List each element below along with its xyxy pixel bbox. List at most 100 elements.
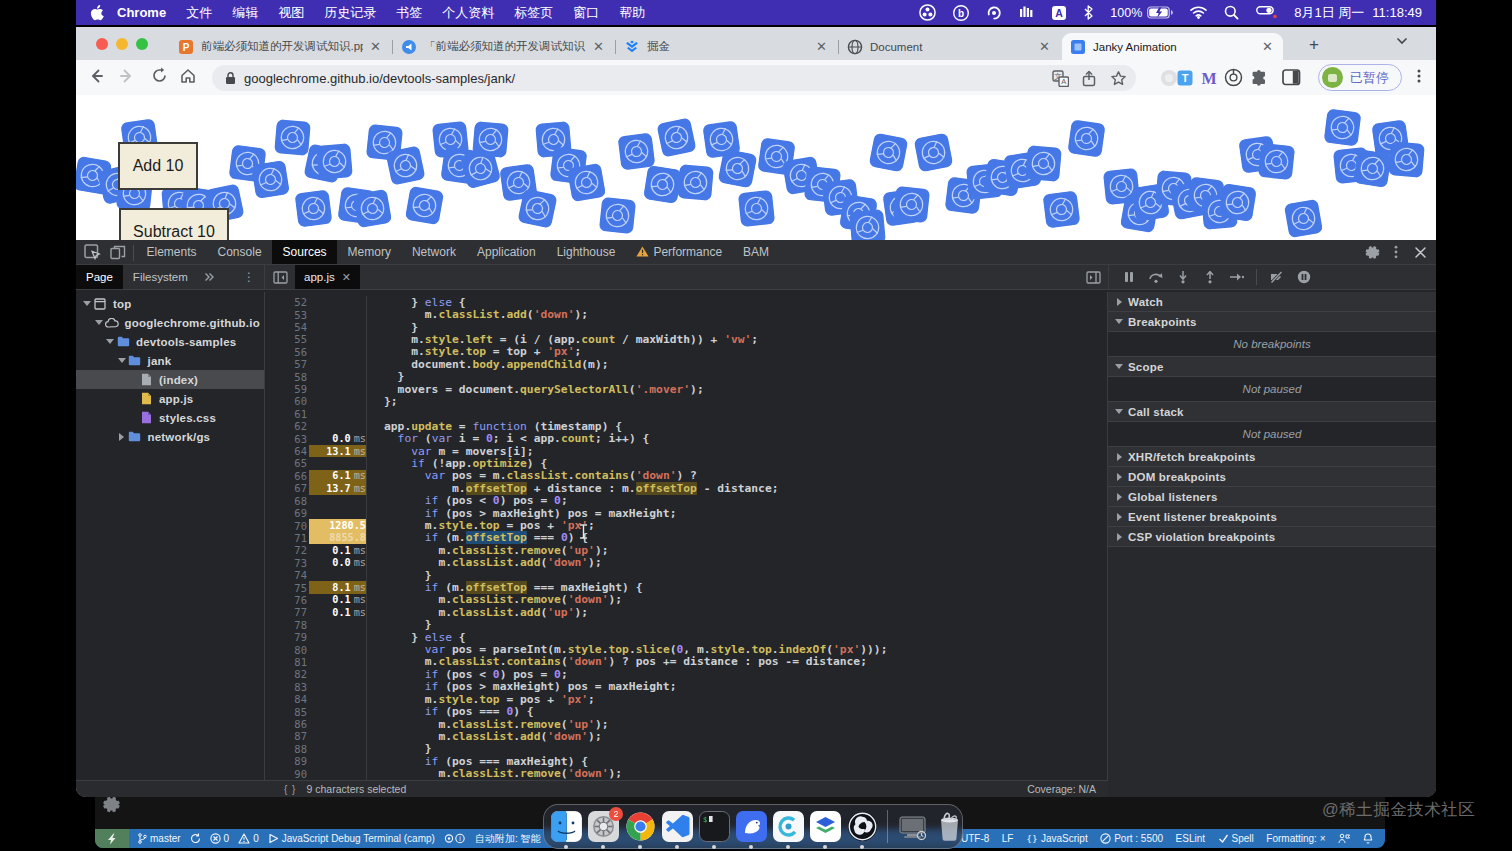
devtools-tab-performance[interactable]: Performance xyxy=(626,240,733,264)
navigator-tab-page[interactable]: Page xyxy=(76,265,123,289)
tree-item-app-js[interactable]: app.js xyxy=(76,389,264,408)
music-status-icon[interactable] xyxy=(1019,5,1034,20)
menubar-item-6[interactable]: 标签页 xyxy=(504,5,563,20)
vscode-status-item[interactable]: Port : 5500 xyxy=(1100,833,1163,844)
vscode-status-item[interactable]: LF xyxy=(1002,833,1014,844)
code-editor[interactable]: 52 } else { 53 m.classList.add('down'); … xyxy=(265,292,1108,797)
extension-circle-icon[interactable] xyxy=(1223,67,1244,88)
code-line-59[interactable]: 59 movers = document.querySelectorAll('.… xyxy=(265,383,1107,395)
tree-item-jank[interactable]: jank xyxy=(76,351,264,370)
vscode-status-item[interactable]: Formatting: × xyxy=(1266,833,1325,844)
code-line-76[interactable]: 76 0.1ms m.classList.remove('down'); xyxy=(265,594,1107,606)
sidebar-section-watch[interactable]: Watch xyxy=(1108,292,1436,312)
vscode-manage-gear-icon[interactable] xyxy=(103,796,120,817)
code-line-71[interactable]: 71 8855.8 if (m.offsetTop === 0) { xyxy=(265,532,1107,544)
vscode-status-item[interactable]: master xyxy=(138,833,181,844)
menubar-item-0[interactable]: 文件 xyxy=(176,5,222,20)
dock-chrome-icon[interactable] xyxy=(625,811,656,842)
dock-meeting-icon[interactable] xyxy=(773,811,804,842)
tree-item-styles-css[interactable]: styles.css xyxy=(76,408,264,427)
show-debugger-sidebar-icon[interactable] xyxy=(1078,265,1108,289)
swirl-status-icon[interactable] xyxy=(986,5,1002,21)
code-line-88[interactable]: 88 } xyxy=(265,743,1107,755)
menubar-clock[interactable]: 8月1日 周一11:18:49 xyxy=(1294,4,1422,22)
tab-close-icon[interactable]: ✕ xyxy=(1037,39,1052,54)
page-button-add-10[interactable]: Add 10 xyxy=(118,142,198,190)
tree-item-googlechrome-github-io[interactable]: googlechrome.github.io xyxy=(76,313,264,332)
code-line-84[interactable]: 84 m.style.top = pos + 'px'; xyxy=(265,693,1107,705)
bookmark-star-icon[interactable] xyxy=(1108,68,1128,88)
vscode-status-item[interactable]: 0 xyxy=(210,833,230,844)
nav-overflow-icon[interactable]: ⋮ xyxy=(234,265,264,289)
code-line-64[interactable]: 64 13.1ms var m = movers[i]; xyxy=(265,445,1107,457)
share-icon[interactable] xyxy=(1079,68,1099,88)
tree-item--index-[interactable]: (index) xyxy=(76,370,264,389)
vscode-status-item[interactable]: i xyxy=(444,833,466,844)
extension-t-icon[interactable]: T xyxy=(1174,67,1195,88)
reload-button[interactable] xyxy=(149,67,169,87)
code-line-61[interactable]: 61 xyxy=(265,408,1107,420)
vscode-status-item[interactable]: ESLint xyxy=(1176,833,1205,844)
code-line-74[interactable]: 74 } xyxy=(265,569,1107,581)
close-window-button[interactable] xyxy=(96,38,108,50)
devtools-settings-icon[interactable] xyxy=(1360,245,1384,260)
devtools-tab-memory[interactable]: Memory xyxy=(337,240,401,264)
tree-item-top[interactable]: top xyxy=(76,294,264,313)
tab-search-chevron[interactable] xyxy=(1396,35,1408,50)
code-line-78[interactable]: 78 } xyxy=(265,619,1107,631)
menubar-item-7[interactable]: 窗口 xyxy=(563,5,609,20)
code-line-79[interactable]: 79 } else { xyxy=(265,631,1107,643)
tab-close-icon[interactable]: ✕ xyxy=(368,39,383,54)
vscode-status-item[interactable] xyxy=(190,833,201,844)
devtools-tab-sources[interactable]: Sources xyxy=(272,240,337,264)
sidebar-section-call-stack[interactable]: Call stack xyxy=(1108,402,1436,422)
devtools-tab-console[interactable]: Console xyxy=(207,240,272,264)
browser-menu-icon[interactable] xyxy=(1409,68,1429,88)
forward-button[interactable] xyxy=(117,67,137,87)
menubar-item-1[interactable]: 编辑 xyxy=(222,5,268,20)
vscode-status-item[interactable]: 自动附加: 智能 xyxy=(475,832,541,846)
tree-item-devtools-samples[interactable]: devtools-samples xyxy=(76,332,264,351)
toggle-navigator-icon[interactable] xyxy=(265,265,295,289)
step-icon[interactable] xyxy=(1226,267,1247,287)
new-tab-button[interactable]: + xyxy=(1309,35,1319,55)
device-toolbar-icon[interactable] xyxy=(105,240,131,264)
vscode-status-item[interactable]: Spell xyxy=(1218,833,1254,844)
address-bar[interactable]: googlechrome.github.io/devtools-samples/… xyxy=(212,65,1136,91)
devtools-tab-elements[interactable]: Elements xyxy=(136,240,207,264)
devtools-tab-lighthouse[interactable]: Lighthouse xyxy=(546,240,626,264)
devtools-tab-application[interactable]: Application xyxy=(466,240,546,264)
code-line-57[interactable]: 57 document.body.appendChild(m); xyxy=(265,358,1107,370)
vscode-status-item[interactable]: 0 xyxy=(238,833,259,844)
sidebar-section-event-listener-breakpoints[interactable]: Event listener breakpoints xyxy=(1108,507,1436,527)
dock-trash-icon[interactable] xyxy=(934,811,965,842)
beats-status-icon[interactable]: b xyxy=(953,5,969,21)
code-line-67[interactable]: 67 13.7ms m.offsetTop + distance : m.off… xyxy=(265,482,1107,494)
lock-icon[interactable] xyxy=(225,71,236,85)
browser-tab-1[interactable]: 「前端必须知道的开发调试知识」 ✕ xyxy=(393,33,614,60)
extension-m-icon[interactable]: M xyxy=(1198,67,1219,88)
menubar-app-name[interactable]: Chrome xyxy=(108,5,176,20)
menubar-item-2[interactable]: 视图 xyxy=(268,5,314,20)
bluetooth-icon[interactable] xyxy=(1084,5,1093,20)
browser-tab-0[interactable]: P 前端必须知道的开发调试知识.pp ✕ xyxy=(170,33,391,60)
dock-docs-icon[interactable] xyxy=(810,811,841,842)
input-method-icon[interactable]: A xyxy=(1051,5,1067,21)
pretty-print-icon[interactable]: { } xyxy=(284,784,296,795)
step-out-icon[interactable] xyxy=(1199,267,1220,287)
code-line-52[interactable]: 52 } else { xyxy=(265,296,1107,308)
code-line-80[interactable]: 80 var pos = parseInt(m.style.top.slice(… xyxy=(265,643,1107,655)
dock-display-icon[interactable] xyxy=(897,811,928,842)
code-line-58[interactable]: 58 } xyxy=(265,370,1107,382)
code-line-60[interactable]: 60 }; xyxy=(265,395,1107,407)
vscode-remote-indicator[interactable] xyxy=(95,829,129,848)
profile-chip[interactable]: 已暂停 xyxy=(1318,64,1402,91)
sidebar-section-scope[interactable]: Scope xyxy=(1108,357,1436,377)
sidebar-section-breakpoints[interactable]: Breakpoints xyxy=(1108,312,1436,332)
step-over-icon[interactable] xyxy=(1145,267,1166,287)
extensions-puzzle-icon[interactable] xyxy=(1248,67,1269,88)
code-line-65[interactable]: 65 if (!app.optimize) { xyxy=(265,457,1107,469)
menubar-item-4[interactable]: 书签 xyxy=(386,5,432,20)
menubar-item-5[interactable]: 个人资料 xyxy=(432,5,504,20)
vscode-status-item[interactable] xyxy=(1338,833,1350,844)
